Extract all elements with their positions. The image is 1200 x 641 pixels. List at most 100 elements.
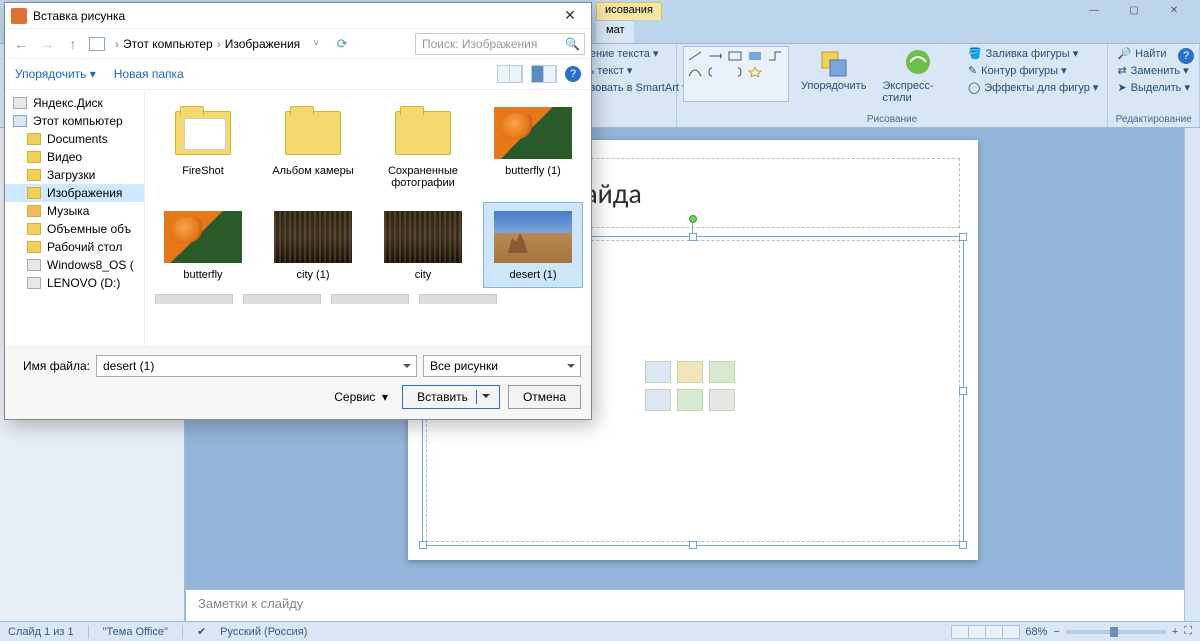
nav-item-рабочий-стол[interactable]: Рабочий стол [5,238,144,256]
drawing-group-label: Рисование [683,114,1102,127]
insert-chart-icon[interactable] [677,361,703,383]
folder-icon [27,277,41,289]
nav-item-музыка[interactable]: Музыка [5,202,144,220]
nav-item-объемные-объ[interactable]: Объемные объ [5,220,144,238]
resize-handle[interactable] [959,541,967,549]
help-icon[interactable]: ? [1178,48,1194,64]
file-item[interactable]: Альбом камеры [263,98,363,196]
shape-effects-menu[interactable]: ◯Эффекты для фигур ▾ [965,80,1102,95]
nav-item-яндекс-диск[interactable]: Яндекс.Диск [5,94,144,112]
nav-item-загрузки[interactable]: Загрузки [5,166,144,184]
language-indicator[interactable]: Русский (Россия) [220,626,307,638]
forward-button[interactable]: → [37,36,57,52]
insert-dropdown[interactable] [476,390,495,404]
rotation-handle[interactable] [689,215,697,223]
nav-item-lenovo-d-[interactable]: LENOVO (D:) [5,274,144,292]
brace2-icon [728,67,742,77]
insert-smartart-icon[interactable] [709,361,735,383]
thumbnail [164,105,242,161]
dialog-toolbar: Упорядочить ▾ Новая папка ? [5,59,591,89]
resize-handle[interactable] [689,541,697,549]
up-button[interactable]: ↑ [63,36,83,52]
insert-media-icon[interactable] [709,389,735,411]
nav-item-видео[interactable]: Видео [5,148,144,166]
replace-menu[interactable]: ⇄Заменить ▾ [1114,63,1193,78]
view-buttons[interactable] [951,625,1019,639]
paint-bucket-icon: 🪣 [968,47,982,60]
shape-outline-menu[interactable]: ✎Контур фигуры ▾ [965,63,1102,78]
file-item[interactable]: butterfly [153,202,253,288]
notes-pane[interactable]: Заметки к слайду [185,589,1200,621]
minimize-button[interactable]: — [1074,2,1114,18]
search-icon: 🔍 [565,37,580,51]
thumbnail [384,105,462,161]
file-label: city (1) [297,269,330,281]
insert-table-icon[interactable] [645,361,671,383]
filename-input[interactable]: desert (1) [96,355,417,377]
folder-icon [27,151,41,163]
file-label: city [415,269,432,281]
folder-icon [27,205,41,217]
quick-styles-icon [902,48,934,80]
new-folder-button[interactable]: Новая папка [114,67,184,81]
binoculars-icon: 🔎 [1117,47,1131,60]
editing-group-label: Редактирование [1114,114,1193,127]
resize-handle[interactable] [689,233,697,241]
breadcrumb-dropdown[interactable]: ˅ [306,38,326,49]
back-button[interactable]: ← [11,36,31,52]
insert-button[interactable]: Вставить [402,385,500,409]
insert-picture-icon[interactable] [645,389,671,411]
fit-slide-button[interactable]: ⛶ [1184,625,1192,638]
format-tab[interactable]: мат [596,20,634,43]
file-item[interactable]: city [373,202,473,288]
nav-item-windows8-os-[interactable]: Windows8_OS ( [5,256,144,274]
thumbnail [494,105,572,161]
zoom-value: 68% [1025,626,1047,638]
file-item[interactable]: city (1) [263,202,363,288]
zoom-in-button[interactable]: + [1172,626,1178,638]
refresh-button[interactable]: ⟳ [332,36,352,52]
maximize-button[interactable]: ▢ [1114,2,1154,18]
nav-item-этот-компьютер[interactable]: Этот компьютер [5,112,144,130]
shape-fill-menu[interactable]: 🪣Заливка фигуры ▾ [965,46,1102,61]
dialog-help-button[interactable]: ? [565,66,581,82]
contextual-tab-group: исования [596,2,662,20]
spellcheck-icon[interactable]: ✔ [197,625,206,638]
resize-handle[interactable] [419,541,427,549]
file-item[interactable]: desert (1) [483,202,583,288]
location-icon [89,37,105,51]
file-item[interactable]: Сохраненные фотографии [373,98,473,196]
nav-item-documents[interactable]: Documents [5,130,144,148]
thumbnail [494,209,572,265]
shapes-gallery[interactable] [683,46,789,102]
arrange-button[interactable]: Упорядочить [797,46,870,94]
insert-clipart-icon[interactable] [677,389,703,411]
files-pane[interactable]: FireShotАльбом камерыСохраненные фотогра… [145,90,591,346]
navigation-pane[interactable]: Яндекс.ДискЭтот компьютерDocumentsВидеоЗ… [5,90,145,346]
quick-styles-button[interactable]: Экспресс-стили [878,46,956,106]
view-mode-button[interactable] [497,65,523,83]
vertical-scrollbar[interactable] [1184,128,1200,621]
breadcrumb[interactable]: ›Этот компьютер›Изображения [111,37,300,51]
organize-menu[interactable]: Упорядочить ▾ [15,67,96,81]
tools-menu[interactable]: Сервис ▾ [334,390,388,404]
zoom-out-button[interactable]: − [1053,626,1059,638]
insert-picture-dialog: Вставка рисунка ✕ ← → ↑ ›Этот компьютер›… [4,2,592,420]
folder-icon [27,187,41,199]
zoom-slider[interactable] [1066,630,1166,634]
arrow-icon [708,51,722,61]
nav-item-изображения[interactable]: Изображения [5,184,144,202]
search-input[interactable]: Поиск: Изображения 🔍 [415,33,585,55]
file-item[interactable]: FireShot [153,98,253,196]
dialog-close-button[interactable]: ✕ [555,7,585,24]
filetype-combo[interactable]: Все рисунки [423,355,581,377]
resize-handle[interactable] [959,387,967,395]
file-item[interactable]: butterfly (1) [483,98,583,196]
resize-handle[interactable] [959,233,967,241]
preview-pane-button[interactable] [531,65,557,83]
close-button[interactable]: ✕ [1154,2,1194,18]
status-bar: Слайд 1 из 1 "Тема Office" ✔ Русский (Ро… [0,621,1200,641]
select-menu[interactable]: ➤Выделить ▾ [1114,80,1193,95]
effects-icon: ◯ [968,81,980,94]
cancel-button[interactable]: Отмена [508,385,581,409]
